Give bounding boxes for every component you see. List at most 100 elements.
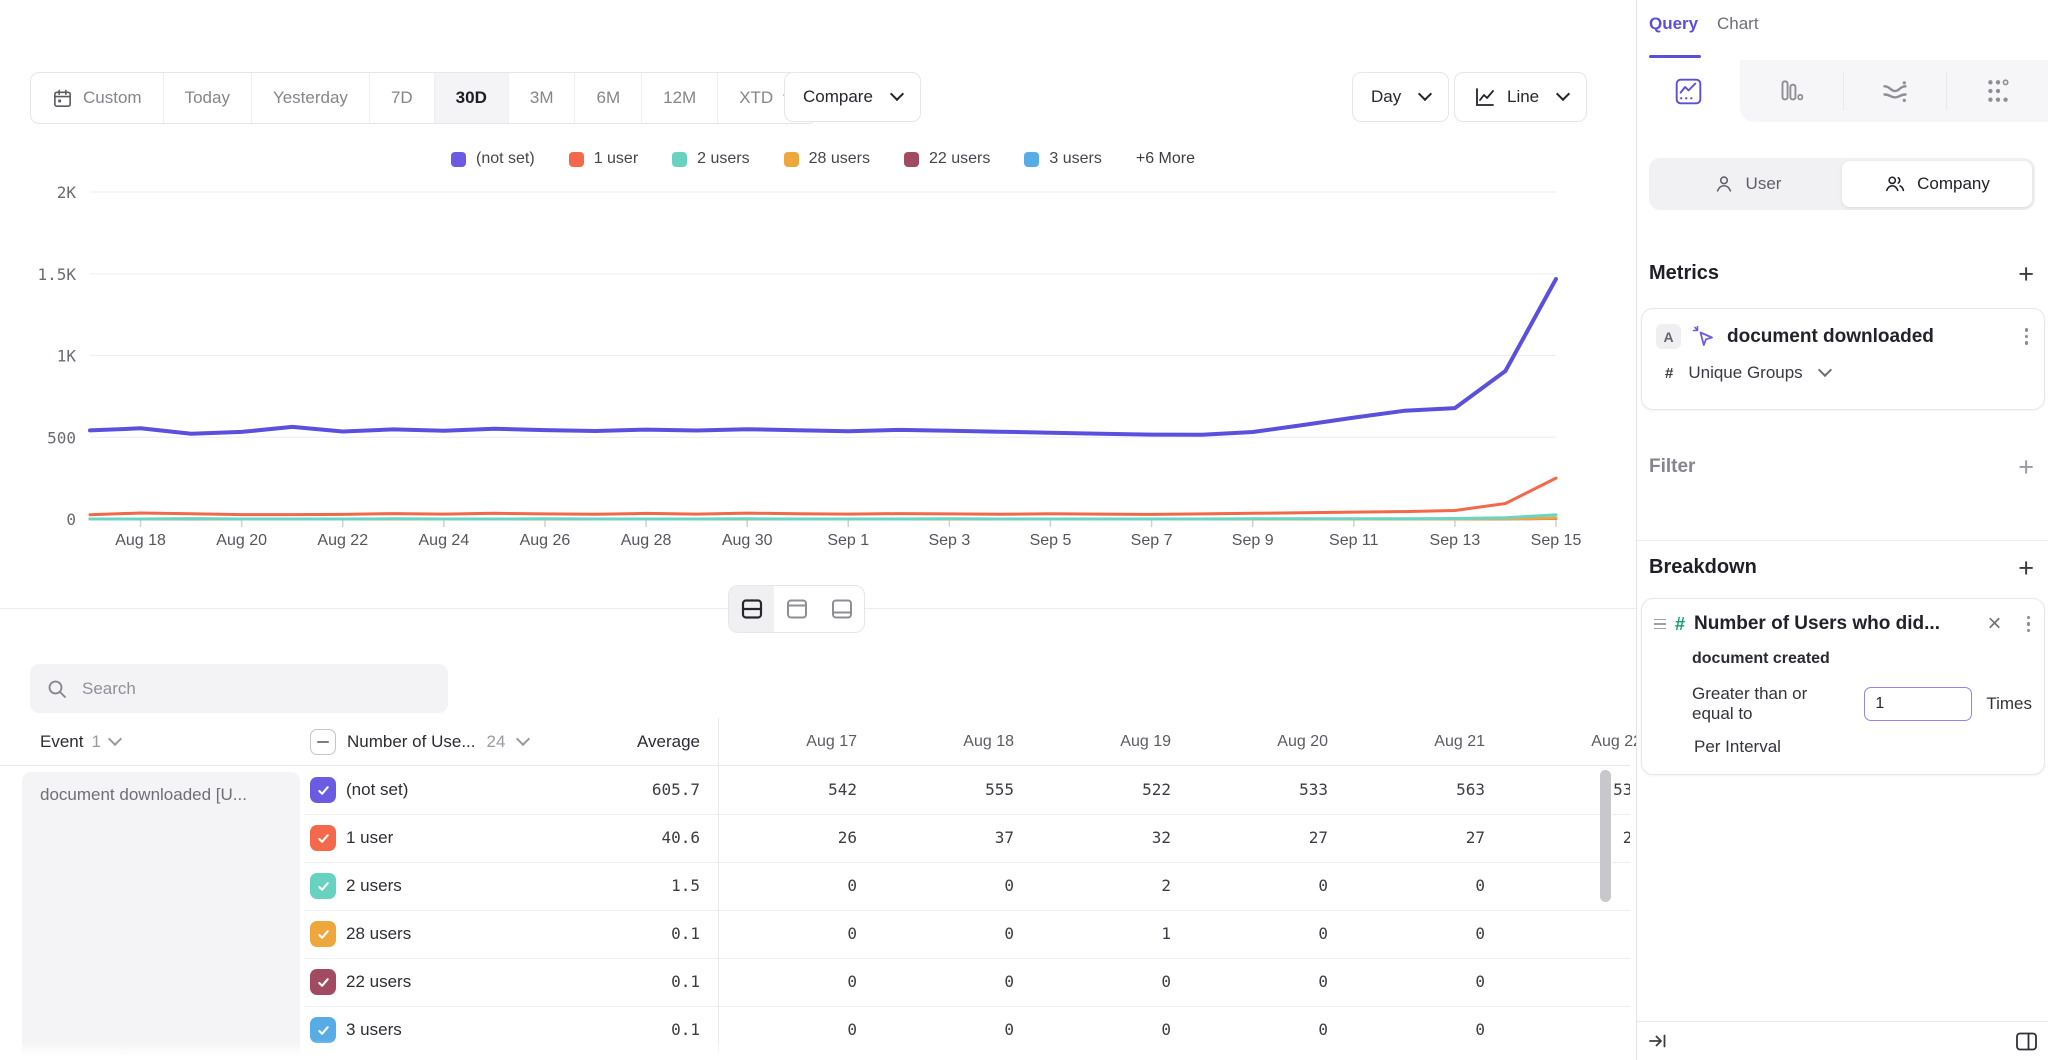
panel-layout-icon[interactable] [2015, 1030, 2038, 1053]
breakdown-card[interactable]: # Number of Users who did... × document … [1641, 598, 2045, 775]
metric-kebab-menu[interactable] [2023, 326, 2031, 347]
tab-chart[interactable]: Chart [1717, 14, 1759, 34]
cell-value: 0 [874, 958, 1014, 1006]
average-value: 0.1 [560, 1006, 700, 1054]
drag-handle-icon[interactable] [1654, 619, 1666, 630]
check-icon [316, 831, 331, 846]
chart-type-tabs [1637, 60, 2048, 122]
top-panel-view-button[interactable] [774, 586, 819, 632]
svg-text:Aug 28: Aug 28 [621, 532, 672, 549]
cell-value: 37 [874, 814, 1014, 862]
flow-chart-tab[interactable] [1843, 60, 1946, 122]
active-tab-underline [1649, 55, 1701, 58]
date-column-header: Aug 19 [1031, 718, 1171, 765]
svg-text:Sep 7: Sep 7 [1131, 532, 1173, 549]
series-checkbox[interactable] [310, 777, 336, 803]
chevron-down-icon [108, 731, 122, 745]
average-value: 0.1 [560, 958, 700, 1006]
property-hash-icon: # [1675, 614, 1685, 635]
table-header: Event 1 Number of Use... 24 Average Aug … [0, 718, 1630, 765]
date-column-header: Aug 22 [1502, 718, 1642, 765]
svg-text:Sep 15: Sep 15 [1531, 532, 1582, 549]
breakdown-kebab-menu[interactable] [2025, 614, 2033, 635]
event-header-label: Event [40, 732, 83, 752]
row-separator [304, 958, 1630, 959]
event-column-header[interactable]: Event 1 [40, 718, 120, 765]
check-icon [316, 1023, 331, 1038]
metric-aggregation[interactable]: # Unique Groups [1665, 363, 2030, 383]
cell-value: 0 [717, 958, 857, 1006]
close-icon[interactable]: × [1987, 615, 2001, 633]
collapse-panel-icon[interactable] [1647, 1030, 1669, 1052]
cell-value: 0 [1502, 958, 1630, 1006]
split-view-button[interactable] [729, 586, 774, 632]
cell-value: 542 [717, 766, 857, 814]
add-breakdown-button[interactable]: + [2018, 558, 2034, 578]
row-separator [304, 910, 1630, 911]
condition-label: Greater than or equal to [1692, 684, 1850, 724]
entity-option-company[interactable]: Company [1842, 161, 2032, 207]
cell-value: 0 [874, 862, 1014, 910]
row-separator [304, 814, 1630, 815]
series-checkbox[interactable] [310, 1017, 336, 1043]
series-label: 1 user [346, 814, 393, 862]
chevron-down-icon [516, 731, 530, 745]
series-column-header: Number of Use... 24 [310, 718, 528, 765]
metrics-title: Metrics [1649, 262, 1719, 285]
main-content: CustomTodayYesterday7D30D3M6M12MXTD Comp… [0, 0, 1636, 1060]
add-metric-button[interactable]: + [2018, 264, 2034, 284]
svg-text:500: 500 [47, 428, 76, 447]
cell-value: 0 [1188, 1006, 1328, 1054]
metric-card[interactable]: A document downloaded # Unique Groups [1641, 308, 2045, 410]
cell-value: 563 [1345, 766, 1485, 814]
table-vertical-scrollbar[interactable] [1600, 770, 1611, 902]
cell-value: 0 [1345, 1006, 1485, 1054]
indeterminate-mark [317, 741, 329, 743]
date-column-header: Aug 17 [717, 718, 857, 765]
line-chart-tab[interactable] [1637, 60, 1740, 122]
svg-text:1.5K: 1.5K [37, 265, 76, 284]
funnel-dots-tab[interactable] [1946, 60, 2048, 122]
check-icon [316, 975, 331, 990]
svg-text:Sep 13: Sep 13 [1430, 532, 1481, 549]
add-filter-button[interactable]: + [2018, 457, 2034, 477]
series-checkbox[interactable] [310, 825, 336, 851]
check-icon [316, 783, 331, 798]
series-checkbox[interactable] [310, 873, 336, 899]
breakdown-property-name: Number of Users who did... [1694, 613, 1978, 635]
times-value-input[interactable] [1864, 687, 1972, 721]
cell-value: 522 [1031, 766, 1171, 814]
bar-chart-tab[interactable] [1740, 60, 1843, 122]
cell-value: 26 [717, 814, 857, 862]
entity-option-user[interactable]: User [1652, 161, 1842, 207]
select-all-checkbox[interactable] [310, 729, 336, 755]
cell-value: 0 [1345, 862, 1485, 910]
sidebar-footer [1637, 1021, 2048, 1060]
layout-toggle [728, 585, 865, 633]
search-icon [46, 678, 68, 700]
series-label: 3 users [346, 1006, 402, 1054]
series-checkbox[interactable] [310, 969, 336, 995]
cell-value: 555 [874, 766, 1014, 814]
metrics-section-header: Metrics + [1649, 262, 2034, 285]
date-column-header: Aug 20 [1188, 718, 1328, 765]
tab-query[interactable]: Query [1649, 14, 1698, 34]
table-row: 1 user40.6263732272728 [0, 814, 1630, 862]
bottom-panel-view-button[interactable] [819, 586, 864, 632]
query-sidebar: Query Chart User [1636, 0, 2048, 1060]
series-checkbox[interactable] [310, 921, 336, 947]
cell-value: 0 [717, 1006, 857, 1054]
search-input[interactable] [80, 678, 432, 700]
times-unit-label: Times [1986, 694, 2032, 714]
cell-value: 533 [1188, 766, 1328, 814]
average-value: 1.5 [560, 862, 700, 910]
svg-text:Aug 20: Aug 20 [216, 532, 267, 549]
breakdown-section-header: Breakdown + [1649, 556, 2034, 579]
entity-option-label: User [1746, 174, 1782, 194]
cell-value: 0 [1031, 958, 1171, 1006]
metric-badge: A [1656, 324, 1681, 349]
filter-section-header: Filter + [1649, 456, 2034, 478]
series-label: 2 users [346, 862, 402, 910]
svg-text:Aug 22: Aug 22 [317, 532, 368, 549]
column-divider [718, 718, 719, 1060]
